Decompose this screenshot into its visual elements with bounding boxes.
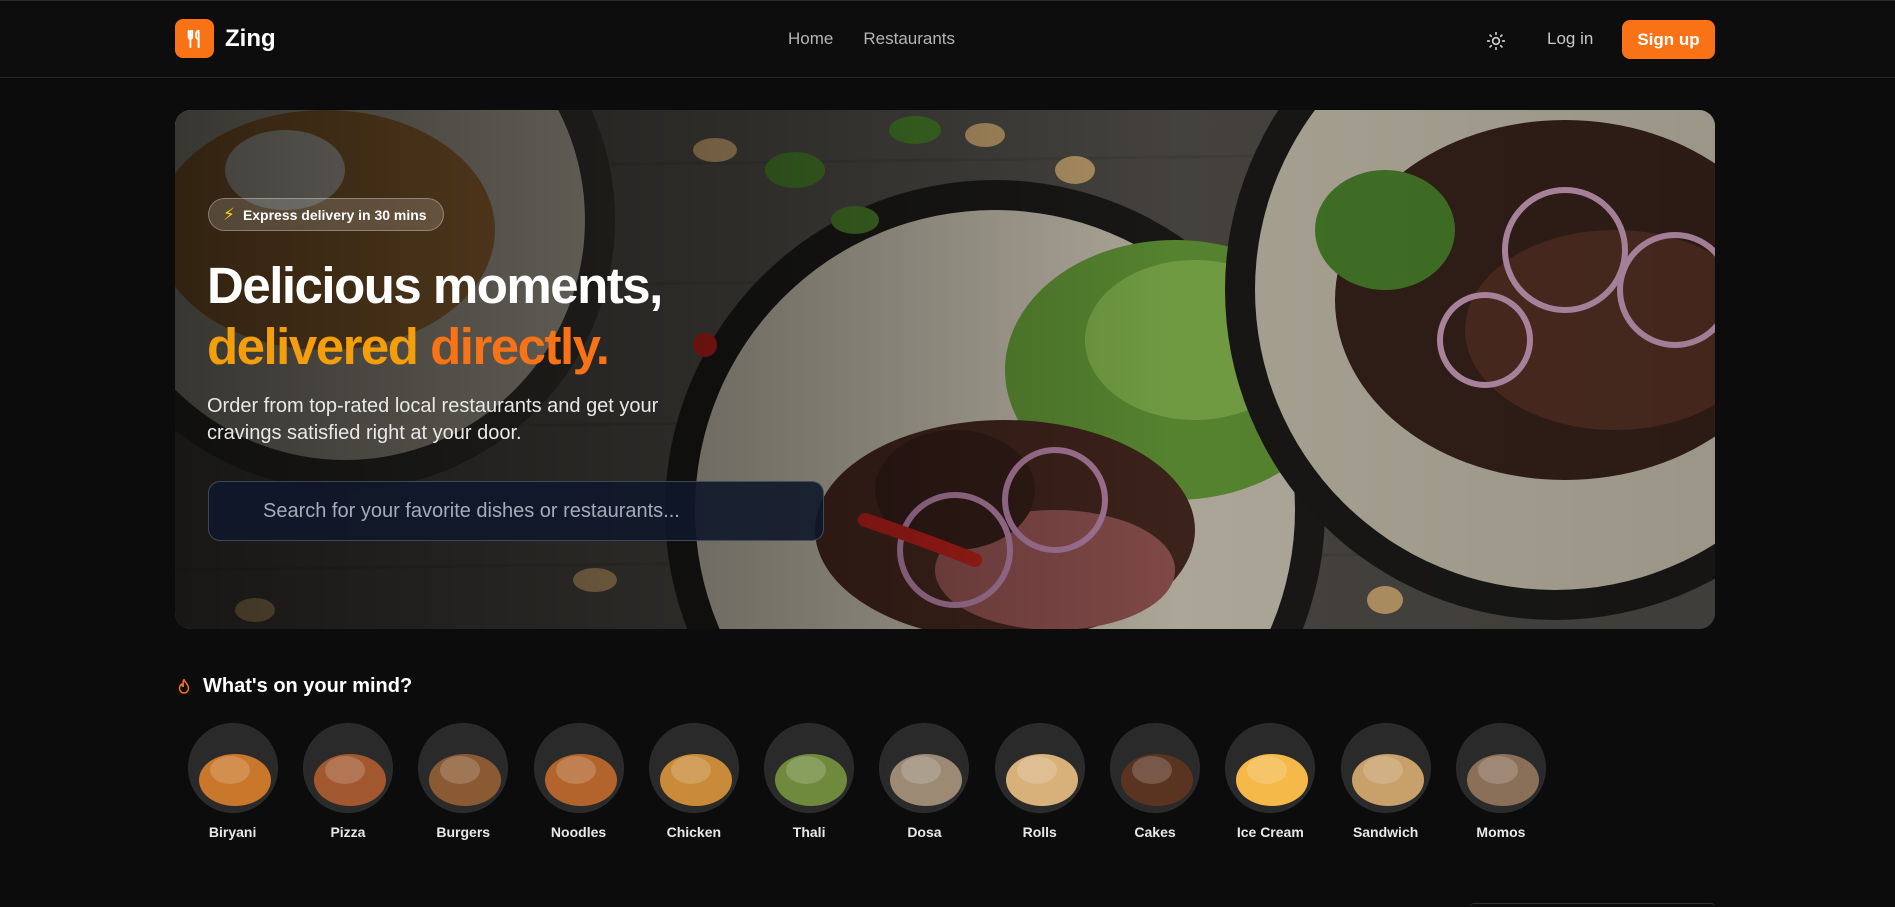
category-item[interactable]: Cakes <box>1097 723 1212 840</box>
category-image <box>1110 723 1201 813</box>
categories-heading: What's on your mind? <box>175 675 412 698</box>
theme-toggle-button[interactable] <box>1483 28 1509 54</box>
category-label: Burgers <box>436 824 491 840</box>
category-item[interactable]: Thali <box>751 723 866 840</box>
category-item[interactable]: Biryani <box>175 723 290 840</box>
category-image <box>648 723 739 813</box>
category-label: Cakes <box>1134 824 1176 840</box>
flame-icon <box>178 678 190 694</box>
hero-title-line2: delivered directly. <box>207 318 610 375</box>
category-image <box>533 723 624 813</box>
category-item[interactable]: Noodles <box>521 723 636 840</box>
category-item[interactable]: Chicken <box>636 723 751 840</box>
category-image <box>764 723 855 813</box>
category-image <box>1225 723 1316 813</box>
category-label: Momos <box>1476 824 1526 840</box>
hero-banner: ⚡ Express delivery in 30 mins Delicious … <box>175 110 1715 629</box>
express-delivery-badge: ⚡ Express delivery in 30 mins <box>208 198 444 231</box>
category-item[interactable]: Dosa <box>867 723 982 840</box>
fork-knife-icon <box>175 19 214 58</box>
category-label: Chicken <box>666 824 722 840</box>
hero-subtitle: Order from top-rated local restaurants a… <box>207 395 659 444</box>
category-item[interactable]: Momos <box>1443 723 1558 840</box>
category-image <box>879 723 970 813</box>
category-image <box>1455 723 1546 813</box>
category-label: Biryani <box>208 824 257 840</box>
category-image <box>418 723 509 813</box>
main-nav: Home Restaurants <box>788 29 955 49</box>
brand-logo[interactable]: Zing <box>175 19 276 58</box>
search-input[interactable] <box>208 481 824 541</box>
category-label: Rolls <box>1022 824 1057 840</box>
top-navbar: Zing Home Restaurants Log in Sign up <box>0 1 1895 78</box>
nav-restaurants-link[interactable]: Restaurants <box>863 29 955 49</box>
login-link[interactable]: Log in <box>1547 29 1593 49</box>
category-item[interactable]: Sandwich <box>1328 723 1443 840</box>
category-image <box>1340 723 1431 813</box>
category-label: Sandwich <box>1352 824 1419 840</box>
category-image <box>994 723 1085 813</box>
hero-title-line1: Delicious moments, <box>207 257 663 314</box>
category-item[interactable]: Ice Cream <box>1213 723 1328 840</box>
brand-name: Zing <box>225 24 276 52</box>
category-item[interactable]: Rolls <box>982 723 1097 840</box>
category-label: Pizza <box>330 824 366 840</box>
category-image <box>187 723 278 813</box>
category-label: Dosa <box>907 824 942 840</box>
category-label: Thali <box>792 824 826 840</box>
nav-home-link[interactable]: Home <box>788 29 833 49</box>
category-item[interactable]: Burgers <box>406 723 521 840</box>
category-carousel: Biryani Pizza Burgers Noodles Chicken Thali Do… <box>175 723 1559 840</box>
category-image <box>302 723 393 813</box>
sun-icon <box>1486 31 1506 51</box>
signup-button[interactable]: Sign up <box>1622 20 1715 59</box>
category-label: Ice Cream <box>1236 824 1304 840</box>
category-label: Noodles <box>550 824 607 840</box>
lightning-icon: ⚡ <box>223 205 235 224</box>
category-item[interactable]: Pizza <box>290 723 405 840</box>
